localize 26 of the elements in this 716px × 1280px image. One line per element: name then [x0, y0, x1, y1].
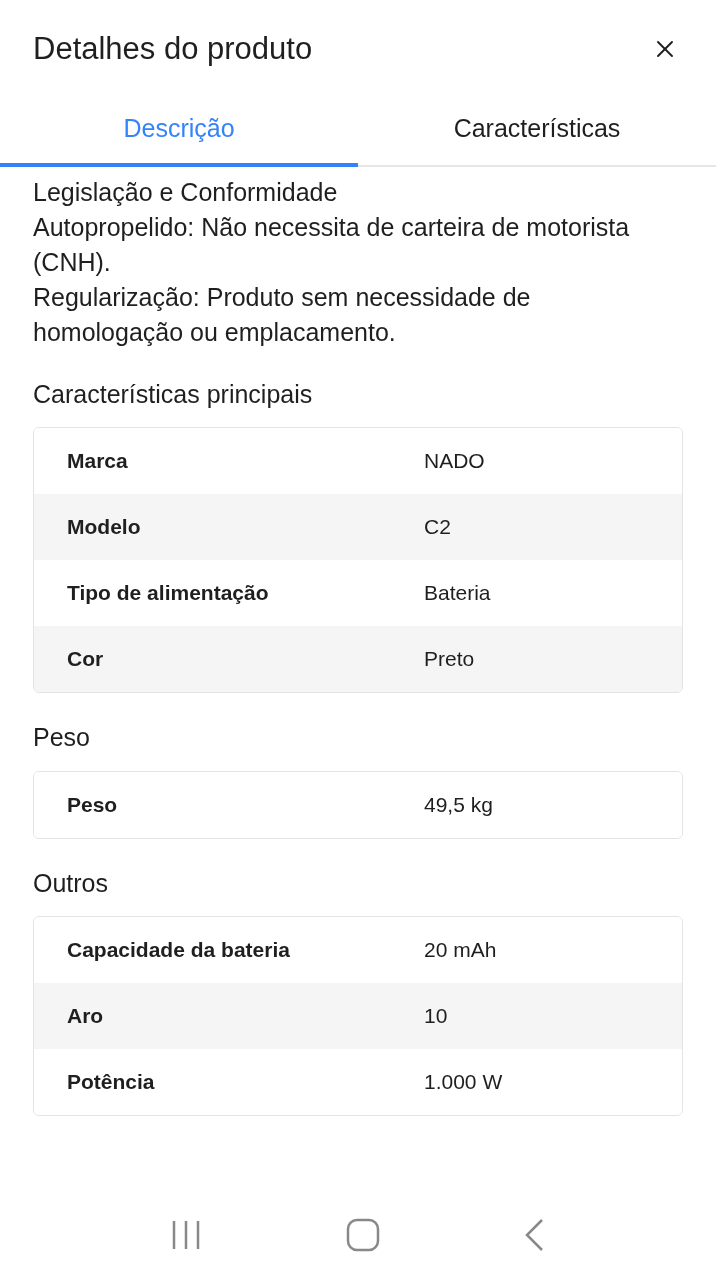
spec-label: Aro	[67, 1003, 105, 1030]
section-title: Características principais	[33, 378, 314, 410]
spec-value: C2	[424, 514, 451, 541]
spec-label: Tipo de alimentação	[67, 580, 270, 607]
page-title: Detalhes do produto	[33, 30, 313, 68]
spec-label: Cor	[67, 646, 105, 673]
spec-value: 20 mAh	[424, 937, 497, 964]
description-text: Regularização: Produto sem necessidade de homologação ou emplacamento.	[33, 281, 532, 348]
spec-value: Bateria	[424, 580, 491, 607]
spec-label: Marca	[67, 448, 129, 475]
spec-value: 49,5 kg	[424, 791, 493, 818]
spec-label: Capacidade da bateria	[67, 937, 291, 964]
section-title: Outros	[33, 867, 110, 899]
tab[interactable]: Descrição	[0, 94, 358, 167]
home-icon[interactable]	[346, 1218, 380, 1252]
spec-value: 10	[424, 1003, 448, 1030]
spec-value: NADO	[424, 448, 485, 475]
spec-value: 1.000 W	[424, 1069, 503, 1096]
spec-label: Potência	[67, 1069, 156, 1096]
section-title: Peso	[33, 722, 91, 753]
description-text: Autopropelido: Não necessita de carteira de motorista (CNH).	[33, 211, 631, 278]
description-text: Legislação e Conformidade	[33, 176, 339, 208]
spec-label: Peso	[67, 791, 119, 818]
spec-value: Preto	[424, 646, 475, 673]
spec-label: Modelo	[67, 514, 142, 541]
tab[interactable]: Características	[358, 94, 716, 167]
